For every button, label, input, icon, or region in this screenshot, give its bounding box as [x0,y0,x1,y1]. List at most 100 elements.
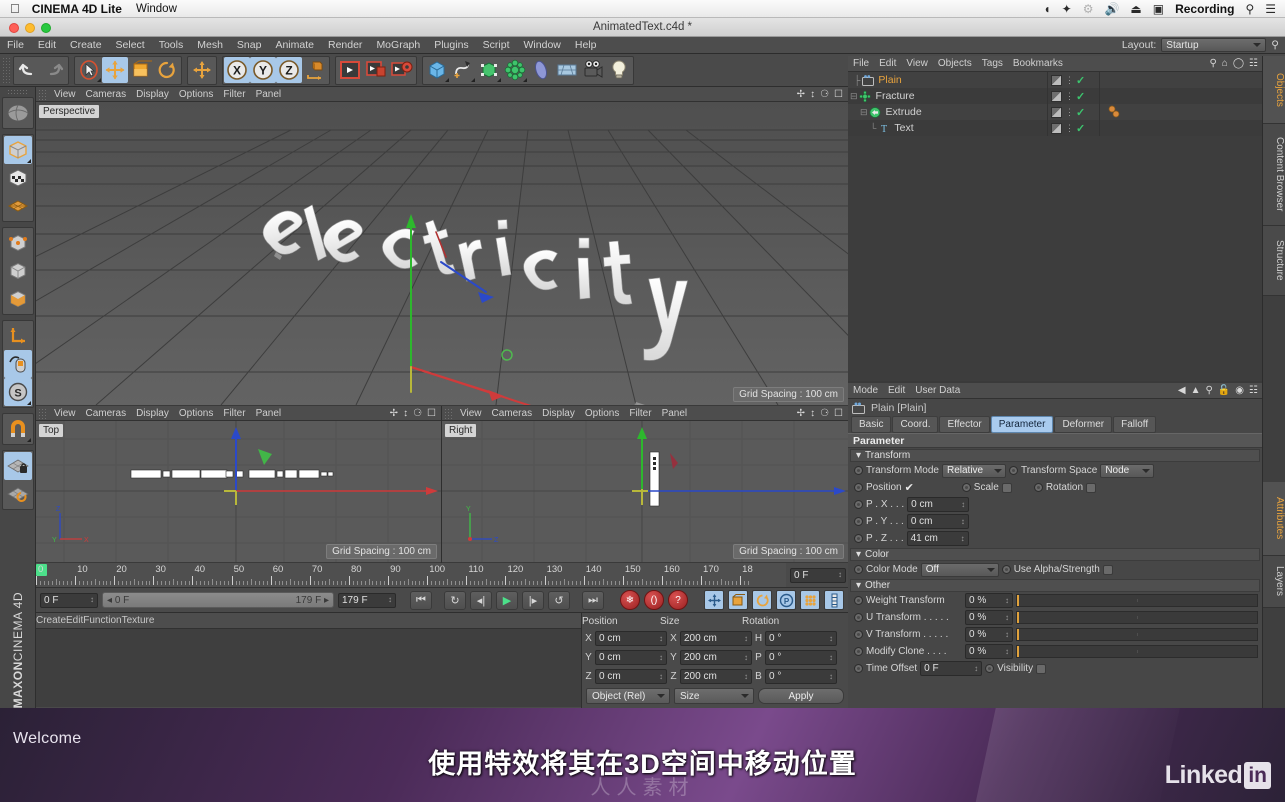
list-icon[interactable]: ☰ [1265,2,1276,16]
pan-viewport-icon[interactable]: ✢ [390,408,398,419]
rotate-tool[interactable] [154,57,180,83]
lock-icon[interactable]: 🔓 [1218,385,1230,396]
lock-y-button[interactable]: Y [250,57,276,83]
color-mode-radio[interactable] [854,565,863,574]
apply-button[interactable]: Apply [758,688,844,704]
group-color-header[interactable]: ▾ Color [850,548,1260,561]
vp-menu-cameras[interactable]: Cameras [487,408,538,419]
apple-icon[interactable]:  [10,2,20,15]
play-backwards-button[interactable]: ↻ [444,590,466,610]
v-transform-radio[interactable] [854,630,863,639]
visibility-check-icon[interactable]: ✓ [1076,122,1085,135]
viewport-perspective-canvas[interactable]: Perspective Grid Spacing : 100 cm [36,102,848,405]
u-transform-radio[interactable] [854,613,863,622]
link-icon[interactable]: ◯ [1233,58,1244,69]
model-mode-button[interactable] [3,136,32,164]
mac-app-name[interactable]: CINEMA 4D Lite [32,2,122,16]
position-y-radio[interactable] [854,517,863,526]
dot-toggles-icon[interactable]: ⋮ [1065,107,1074,118]
tab-parameter[interactable]: Parameter [990,416,1054,433]
panel-grip[interactable] [38,88,46,100]
v-transform-slider[interactable] [1016,628,1258,641]
search-icon[interactable]: ⚲ [1209,58,1216,69]
world-coordinates-button[interactable] [189,57,215,83]
time-offset-field[interactable]: 0 F ↕ [920,661,983,676]
level-of-detail-toggle[interactable] [824,590,844,610]
vp-menu-options[interactable]: Options [174,408,218,419]
stepper-icon[interactable]: ↕ [829,653,833,662]
enable-snap-button[interactable] [4,415,32,443]
weight-transform-field[interactable]: 0 % ↕ [965,593,1013,608]
position-z-radio[interactable] [854,534,863,543]
menu-tools[interactable]: Tools [152,37,191,54]
scale-tool[interactable] [128,57,154,83]
rotate-viewport-icon[interactable]: ⚆ [820,408,829,419]
position-z-param-field[interactable]: 41 cm ↕ [906,531,969,546]
vp-menu-display[interactable]: Display [131,89,174,100]
group-other-header[interactable]: ▾ Other [850,579,1260,592]
size-x-field[interactable]: 200 cm ↕ [680,631,752,646]
material-menu-edit[interactable]: Edit [66,615,83,626]
dot-toggles-icon[interactable]: ⋮ [1065,75,1074,86]
use-alpha-radio[interactable] [1001,565,1011,574]
keyframe-selection-button[interactable]: ? [668,590,688,610]
visibility-radio[interactable] [985,664,995,673]
stepper-icon[interactable]: ↕ [744,653,748,662]
material-menu-texture[interactable]: Texture [122,615,155,626]
modify-clone-radio[interactable] [854,647,863,656]
tab-deformer[interactable]: Deformer [1054,416,1113,433]
object-tree-cell[interactable]: ⊟ Fracture [848,88,1048,104]
vp-menu-panel[interactable]: Panel [657,408,693,419]
stepper-icon[interactable]: ↕ [744,672,748,681]
enable-toggle-icon[interactable] [1051,90,1062,102]
lock-z-button[interactable]: Z [276,57,302,83]
obj-menu-edit[interactable]: Edit [874,58,901,69]
tab-effector[interactable]: Effector [939,416,990,433]
add-floor-button[interactable] [554,57,580,83]
menu-select[interactable]: Select [109,37,152,54]
object-tags[interactable] [1106,105,1126,119]
rotation-h-field[interactable]: 0 ° ↕ [765,631,837,646]
material-manager-list[interactable] [36,629,581,707]
menu-plugins[interactable]: Plugins [427,37,475,54]
world-object-toggle[interactable] [302,57,328,83]
vp-menu-view[interactable]: View [49,89,81,100]
dot-toggles-icon[interactable]: ⋮ [1065,91,1074,102]
vp-menu-options[interactable]: Options [580,408,624,419]
zoom-button[interactable] [41,23,51,33]
use-alpha-checkbox[interactable] [1102,564,1113,575]
recording-label[interactable]: Recording [1175,2,1234,16]
add-cube-button[interactable] [424,57,450,83]
viewport-top-canvas[interactable]: Z Y X Top Grid Spacing : 100 cm [36,421,441,562]
scale-checkbox[interactable] [1001,482,1012,493]
vp-menu-filter[interactable]: Filter [218,89,250,100]
workplane-rotate-button[interactable] [4,480,32,508]
position-radio[interactable] [854,483,863,492]
size-mode-select[interactable]: Size [674,688,754,704]
make-editable-button[interactable] [4,99,32,127]
move-tool[interactable] [102,57,128,83]
coordinate-system-select[interactable]: Object (Rel) [586,688,670,704]
time-offset-radio[interactable] [854,664,863,673]
visibility-check-icon[interactable]: ✓ [1076,74,1085,87]
target-icon[interactable]: ◉ [1235,385,1244,396]
object-tree-cell[interactable]: ⊟ Extrude [848,104,1048,120]
pan-viewport-icon[interactable]: ✢ [797,408,805,419]
close-button[interactable] [9,23,19,33]
vp-menu-panel[interactable]: Panel [251,408,287,419]
menu-mograph[interactable]: MoGraph [369,37,427,54]
obj-menu-tags[interactable]: Tags [977,58,1008,69]
home-icon[interactable]: ⌂ [1222,58,1228,69]
stepper-icon[interactable]: ↕ [838,571,842,579]
stepper-icon[interactable]: ↕ [974,664,978,673]
rotate-viewport-icon[interactable]: ⚆ [413,408,422,419]
object-tree-cell[interactable]: └ T Text [848,120,1048,136]
position-key-toggle[interactable] [704,590,724,610]
minimize-button[interactable] [25,23,35,33]
up-arrow-icon[interactable]: ▲ [1191,385,1201,396]
u-transform-field[interactable]: 0 % ↕ [965,610,1013,625]
obj-menu-bookmarks[interactable]: Bookmarks [1008,58,1068,69]
play-button[interactable]: ▶ [496,590,518,610]
transform-mode-select[interactable]: Relative [941,463,1006,478]
timeline-end-field[interactable]: 179 F ↕ [338,592,396,608]
